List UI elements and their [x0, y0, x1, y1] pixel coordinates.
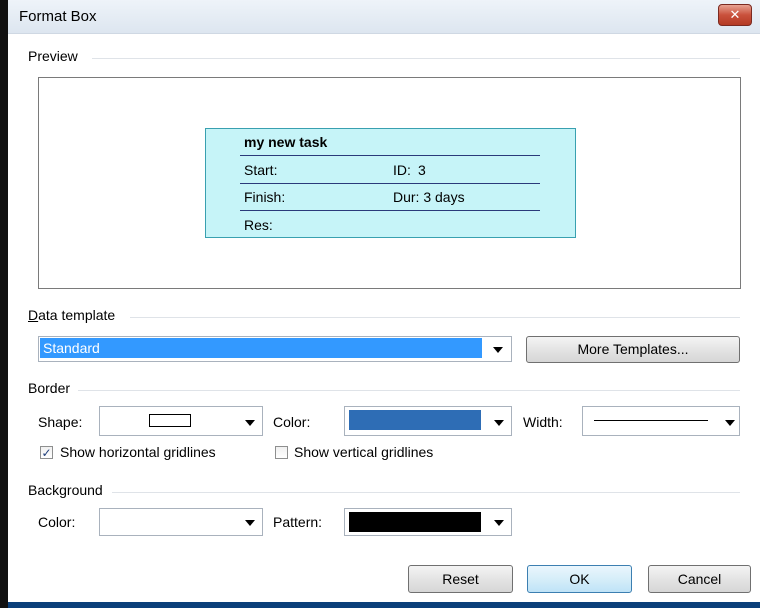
id-value: 3 — [418, 162, 426, 178]
preview-group-label: Preview — [28, 48, 78, 64]
close-icon: ✕ — [729, 7, 741, 22]
duration-text: Dur: 3 days — [393, 189, 465, 205]
show-vertical-gridlines-checkbox[interactable] — [275, 446, 288, 459]
data-template-divider — [130, 317, 740, 318]
rectangle-shape-icon — [149, 414, 191, 427]
title-bar — [8, 0, 760, 34]
chevron-down-icon[interactable] — [493, 347, 503, 353]
checkmark-icon: ✓ — [41, 446, 52, 460]
close-button[interactable]: ✕ — [718, 4, 752, 26]
chevron-down-icon[interactable] — [245, 420, 255, 426]
border-group-divider — [78, 390, 740, 391]
line-width-sample-icon — [594, 420, 708, 421]
chevron-down-icon[interactable] — [245, 520, 255, 526]
data-template-selected-value: Standard — [40, 338, 482, 358]
id-label: ID: — [393, 162, 411, 178]
resources-label: Res: — [244, 217, 273, 233]
background-color-select[interactable] — [99, 508, 263, 536]
border-width-select[interactable] — [582, 406, 740, 436]
show-horizontal-gridlines-label[interactable]: Show horizontal gridlines — [60, 444, 216, 460]
chevron-down-icon[interactable] — [494, 420, 504, 426]
show-horizontal-gridlines-checkbox[interactable]: ✓ — [40, 446, 53, 459]
data-template-label-rest: ata template — [38, 307, 116, 323]
background-group-label: Background — [28, 482, 103, 498]
chevron-down-icon[interactable] — [725, 420, 735, 426]
card-gridline — [240, 155, 540, 156]
card-gridline — [240, 210, 540, 211]
window-left-edge — [0, 0, 8, 608]
window-title: Format Box — [19, 8, 97, 25]
shape-label: Shape: — [38, 414, 83, 430]
finish-label: Finish: — [244, 189, 286, 205]
background-group-divider — [112, 492, 740, 493]
chevron-down-icon[interactable] — [494, 520, 504, 526]
border-color-label: Color: — [273, 414, 311, 430]
show-vertical-gridlines-label[interactable]: Show vertical gridlines — [294, 444, 433, 460]
window-bottom-edge — [8, 602, 760, 608]
more-templates-button[interactable]: More Templates... — [526, 336, 740, 363]
width-label: Width: — [523, 414, 563, 430]
ok-button[interactable]: OK — [527, 565, 632, 593]
border-group-label: Border — [28, 380, 71, 396]
card-gridline — [240, 183, 540, 184]
preview-group-divider — [92, 58, 740, 59]
data-template-group-label: Data template — [28, 307, 116, 323]
format-box-dialog: Format Box ✕ Preview my new task Start: … — [0, 0, 760, 608]
pattern-label: Pattern: — [273, 514, 323, 530]
task-name: my new task — [244, 134, 328, 150]
background-color-label: Color: — [38, 514, 76, 530]
cancel-button[interactable]: Cancel — [648, 565, 751, 593]
start-label: Start: — [244, 162, 278, 178]
pattern-swatch — [349, 512, 481, 532]
reset-button[interactable]: Reset — [408, 565, 513, 593]
border-color-swatch — [349, 410, 481, 430]
